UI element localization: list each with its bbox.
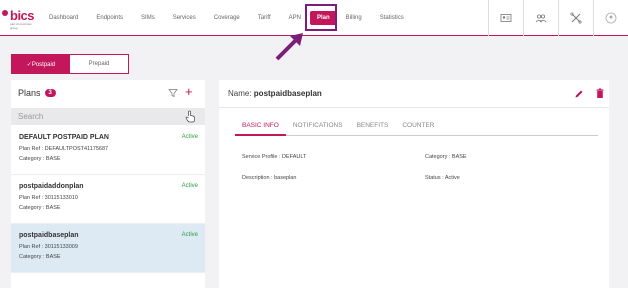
plan-ref: Plan Ref : DEFAULTPOST41175687 — [19, 146, 109, 152]
edit-pencil-icon[interactable] — [574, 89, 584, 99]
tab-notifications[interactable]: NOTIFICATIONS — [286, 120, 350, 136]
plans-count-badge: 3 — [44, 89, 56, 97]
nav-coverage[interactable]: Coverage — [205, 15, 249, 21]
description-field: Description : baseplan — [242, 175, 297, 181]
payment-type-toggle: ✓Postpaid Prepaid — [11, 54, 129, 74]
filter-icon[interactable] — [168, 88, 178, 98]
plan-detail-tabs: BASIC INFO NOTIFICATIONS BENEFITS COUNTE… — [235, 120, 598, 136]
plan-list-item-selected[interactable]: postpaidbaseplan Plan Ref : 30115133009 … — [11, 224, 205, 273]
plan-list-item[interactable]: postpaidaddonplan Plan Ref : 30115133010… — [11, 175, 205, 224]
plan-status: Active — [181, 134, 198, 140]
category-field: Category : BASE — [425, 154, 467, 160]
postpaid-option[interactable]: ✓Postpaid — [12, 55, 70, 73]
plans-search-bar — [11, 108, 205, 125]
tab-counter[interactable]: COUNTER — [395, 120, 441, 136]
plan-detail-panel: Name: postpaidbaseplan BASIC INFO NOTIFI… — [219, 80, 609, 288]
logo-tagline: part of proximus group — [10, 22, 32, 30]
plan-category: Category : BASE — [19, 254, 61, 260]
add-plan-icon[interactable]: + — [185, 85, 193, 98]
plan-ref: Plan Ref : 30115133010 — [19, 195, 78, 201]
id-card-icon[interactable] — [488, 0, 523, 36]
prepaid-option[interactable]: Prepaid — [70, 55, 128, 73]
nav-tariff[interactable]: Tariff — [249, 15, 280, 21]
plans-title: Plans — [18, 88, 41, 98]
plans-panel: Plans 3 + DEFAULT POSTPAID PLAN Plan Ref… — [11, 80, 205, 288]
plan-status: Active — [181, 183, 198, 189]
nav-billing[interactable]: Billing — [337, 15, 371, 21]
plan-category: Category : BASE — [19, 205, 61, 211]
annotation-arrow-icon — [275, 33, 303, 61]
user-avatar-icon[interactable] — [593, 0, 628, 36]
plan-status: Active — [181, 232, 198, 238]
plan-tab-highlight-box — [305, 4, 337, 31]
plan-list-item[interactable]: DEFAULT POSTPAID PLAN Plan Ref : DEFAULT… — [11, 126, 205, 175]
users-icon[interactable] — [523, 0, 558, 36]
name-value: postpaidbaseplan — [253, 89, 322, 98]
search-input[interactable] — [11, 112, 181, 121]
nav-statistics[interactable]: Statistics — [371, 15, 413, 21]
nav-endpoints[interactable]: Endpoints — [87, 15, 132, 21]
plan-ref: Plan Ref : 30115133009 — [19, 244, 78, 250]
plans-header: Plans 3 — [18, 86, 56, 100]
bics-logo[interactable]: bics part of proximus group — [2, 8, 38, 30]
hand-cursor-icon — [185, 110, 195, 123]
plan-detail-header: Name: postpaidbaseplan — [219, 80, 609, 108]
plan-name: postpaidaddonplan — [19, 183, 84, 190]
tools-icon[interactable] — [558, 0, 593, 36]
logo-mark — [2, 10, 8, 16]
tab-basic-info[interactable]: BASIC INFO — [235, 120, 286, 136]
nav-sims[interactable]: SIMs — [132, 15, 164, 21]
name-label: Name: — [228, 89, 254, 98]
plan-detail-name: Name: postpaidbaseplan — [228, 89, 322, 98]
delete-trash-icon[interactable] — [595, 88, 605, 99]
nav-dashboard[interactable]: Dashboard — [40, 15, 87, 21]
plan-category: Category : BASE — [19, 156, 61, 162]
status-field: Status : Active — [425, 175, 460, 181]
main-nav: Dashboard Endpoints SIMs Services Covera… — [40, 0, 413, 36]
top-icon-group — [488, 0, 628, 36]
plan-name: postpaidbaseplan — [19, 232, 79, 239]
nav-services[interactable]: Services — [164, 15, 205, 21]
plan-name: DEFAULT POSTPAID PLAN — [19, 134, 109, 141]
logo-text: bics — [10, 8, 35, 23]
tab-benefits[interactable]: BENEFITS — [350, 120, 396, 136]
service-profile-field: Service Profile : DEFAULT — [242, 154, 307, 160]
